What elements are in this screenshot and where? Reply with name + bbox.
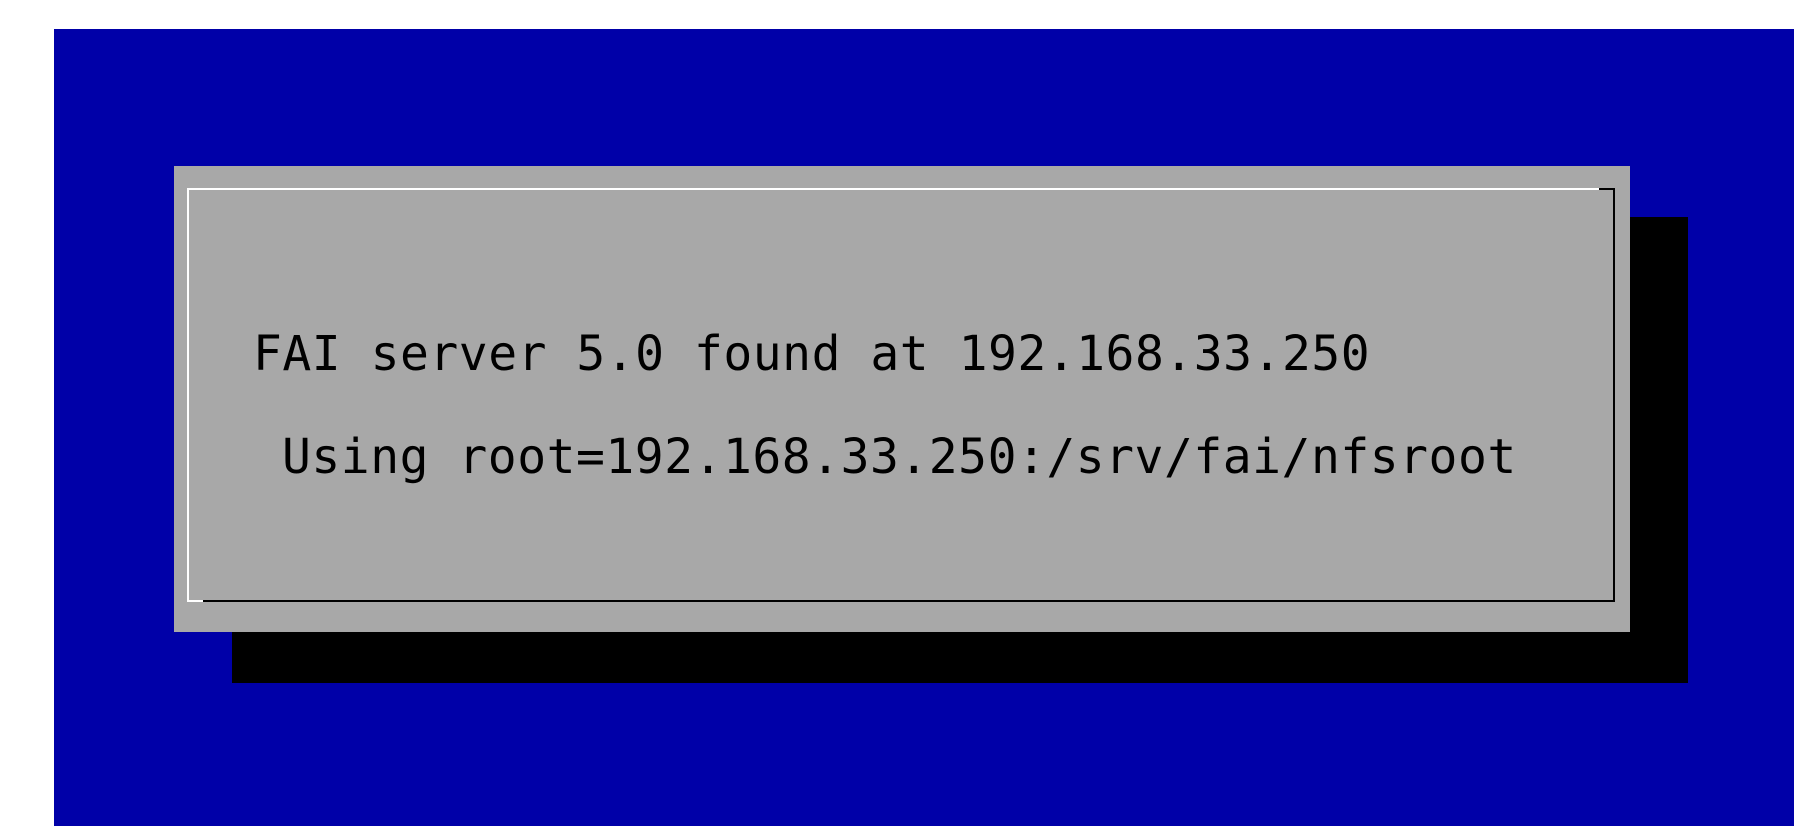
console-screen: FAI server 5.0 found at 192.168.33.250 U… xyxy=(54,29,1794,826)
frame-corner-top-right xyxy=(1599,188,1615,190)
message-dialog: FAI server 5.0 found at 192.168.33.250 U… xyxy=(174,166,1630,632)
frame-corner-bottom-left xyxy=(187,600,203,602)
dialog-frame xyxy=(187,188,1615,602)
nfsroot-message: Using root=192.168.33.250:/srv/fai/nfsro… xyxy=(282,429,1517,485)
server-found-message: FAI server 5.0 found at 192.168.33.250 xyxy=(253,326,1371,382)
